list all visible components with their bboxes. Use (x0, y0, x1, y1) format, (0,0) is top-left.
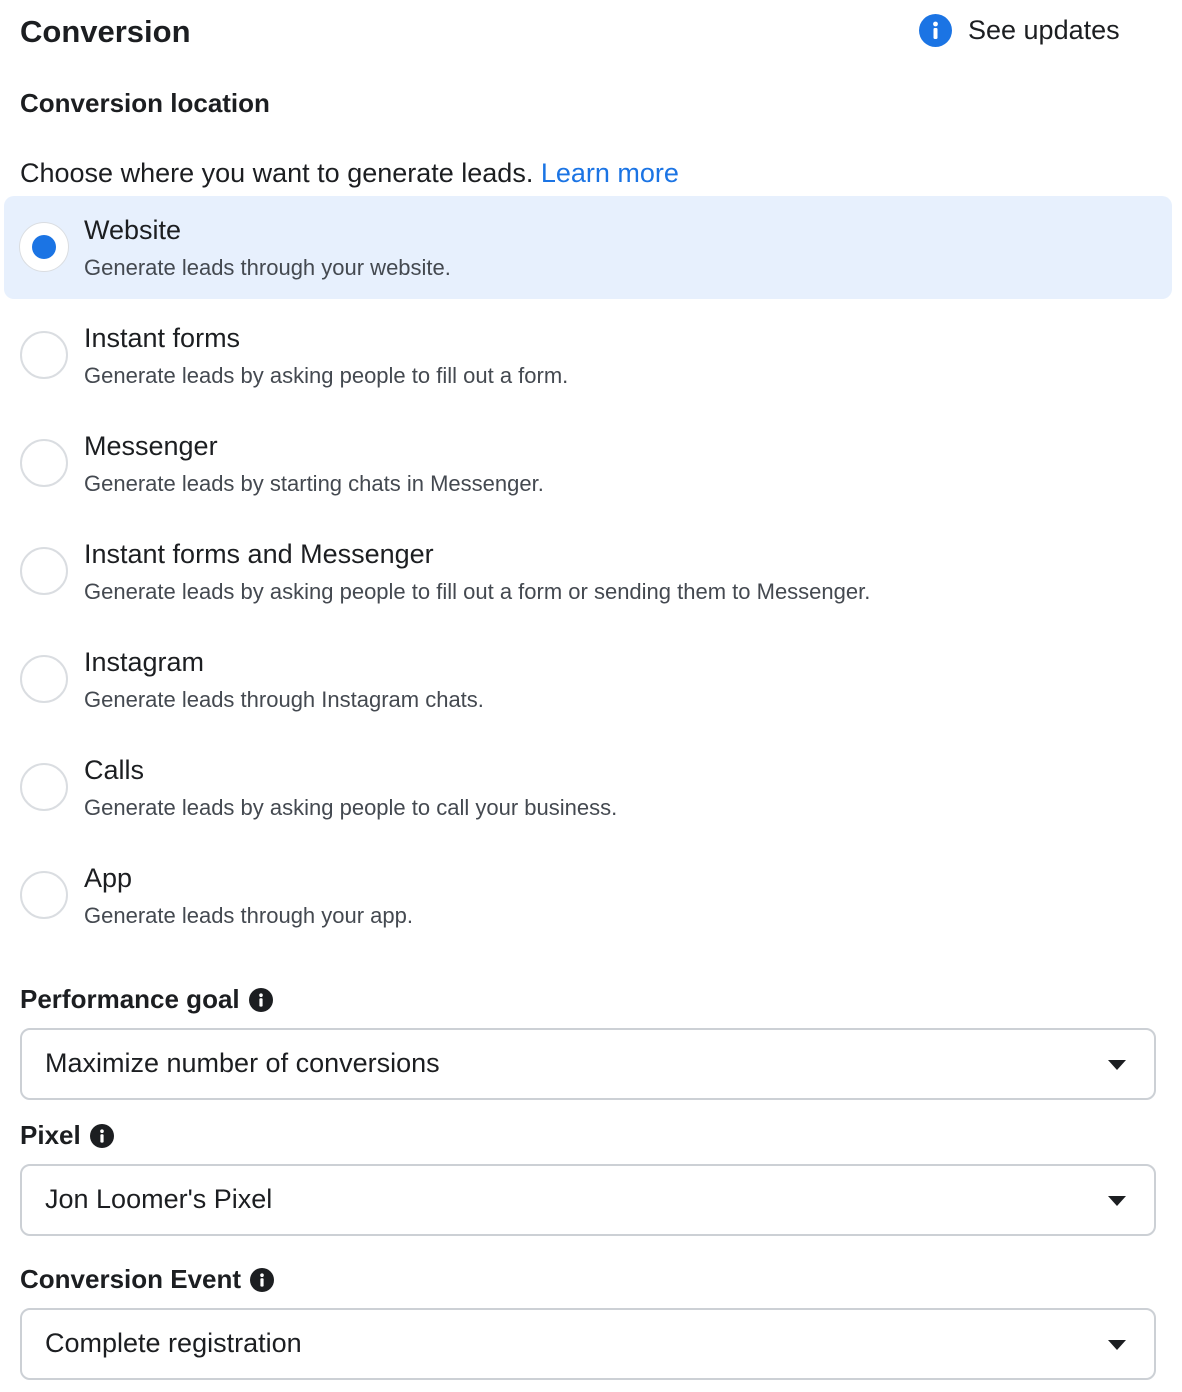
option-description: Generate leads by asking people to fill … (84, 363, 569, 388)
info-icon[interactable] (248, 987, 273, 1012)
option-instant-forms[interactable]: Instant forms Generate leads by asking p… (4, 304, 1172, 412)
option-app[interactable]: App Generate leads through your app. (4, 844, 1172, 952)
conversion-event-label: Conversion Event (20, 1264, 275, 1295)
radio-selected-dot (32, 235, 56, 259)
performance-goal-dropdown[interactable]: Maximize number of conversions (20, 1028, 1156, 1100)
caret-down-icon (1108, 1196, 1126, 1206)
option-calls[interactable]: Calls Generate leads by asking people to… (4, 736, 1172, 844)
option-website[interactable]: Website Generate leads through your webs… (4, 196, 1172, 299)
radio-button[interactable] (20, 331, 68, 379)
option-title: Website (84, 215, 182, 245)
info-icon (919, 14, 952, 47)
pixel-label: Pixel (20, 1120, 114, 1151)
option-title: Instant forms (84, 323, 241, 353)
option-title: Instagram (84, 647, 205, 677)
conversion-event-dropdown[interactable]: Complete registration (20, 1308, 1156, 1380)
option-messenger[interactable]: Messenger Generate leads by starting cha… (4, 412, 1172, 520)
option-description: Generate leads by starting chats in Mess… (84, 471, 544, 496)
option-instant-forms-and-messenger[interactable]: Instant forms and Messenger Generate lea… (4, 520, 1172, 628)
performance-goal-label: Performance goal (20, 984, 273, 1015)
radio-button[interactable] (20, 763, 68, 811)
conversion-event-label-text: Conversion Event (20, 1264, 242, 1294)
option-description: Generate leads through Instagram chats. (84, 687, 484, 712)
option-title: Calls (84, 755, 145, 785)
option-description: Generate leads by asking people to call … (84, 795, 618, 820)
radio-button[interactable] (20, 439, 68, 487)
pixel-label-text: Pixel (20, 1120, 81, 1150)
conversion-location-title: Conversion location (20, 88, 270, 118)
info-icon[interactable] (89, 1123, 114, 1148)
option-instagram[interactable]: Instagram Generate leads through Instagr… (4, 628, 1172, 736)
radio-button[interactable] (20, 655, 68, 703)
info-icon[interactable] (250, 1267, 275, 1292)
pixel-value: Jon Loomer's Pixel (45, 1184, 273, 1214)
section-title: Conversion (20, 14, 191, 49)
performance-goal-label-text: Performance goal (20, 984, 240, 1014)
caret-down-icon (1108, 1060, 1126, 1070)
see-updates-label: See updates (968, 15, 1120, 45)
radio-button[interactable] (20, 547, 68, 595)
option-title: Instant forms and Messenger (84, 539, 434, 569)
learn-more-link[interactable]: Learn more (541, 158, 679, 188)
option-title: App (84, 863, 133, 893)
caret-down-icon (1108, 1340, 1126, 1350)
conversion-event-value: Complete registration (45, 1328, 302, 1358)
see-updates-button[interactable]: See updates (919, 14, 1120, 47)
intro-text: Choose where you want to generate leads. (20, 158, 534, 188)
conversion-location-intro: Choose where you want to generate leads.… (20, 158, 679, 189)
option-description: Generate leads by asking people to fill … (84, 579, 871, 604)
option-description: Generate leads through your app. (84, 903, 414, 928)
option-title: Messenger (84, 431, 218, 461)
radio-button[interactable] (20, 223, 68, 271)
conversion-location-options: Website Generate leads through your webs… (4, 196, 1172, 952)
pixel-dropdown[interactable]: Jon Loomer's Pixel (20, 1164, 1156, 1236)
option-description: Generate leads through your website. (84, 255, 451, 280)
radio-button[interactable] (20, 871, 68, 919)
performance-goal-value: Maximize number of conversions (45, 1048, 440, 1078)
